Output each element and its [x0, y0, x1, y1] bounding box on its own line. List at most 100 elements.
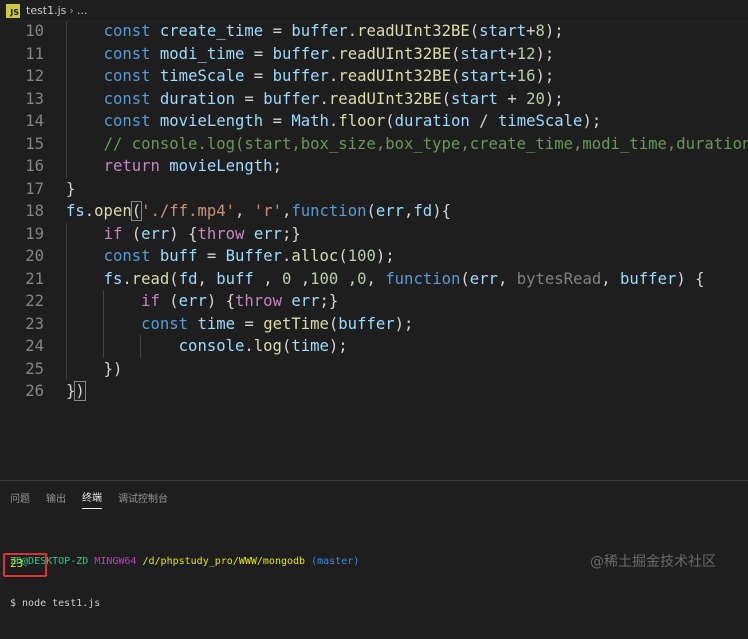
- code-token: err: [141, 224, 170, 243]
- code-token: =: [197, 247, 226, 265]
- code-line[interactable]: 24 console.log(time);: [0, 335, 748, 357]
- code-token: ;}: [319, 292, 339, 310]
- code-token: Math: [291, 112, 329, 130]
- code-token: 20: [526, 89, 545, 108]
- code-text: const timeScale = buffer.readUInt32BE(st…: [66, 65, 555, 87]
- panel-tab[interactable]: 调试控制台: [118, 486, 168, 509]
- code-token: (: [130, 201, 143, 221]
- code-token: (: [450, 67, 461, 85]
- code-line[interactable]: 22 if (err) {throw err;}: [0, 290, 748, 312]
- code-text: console.log(time);: [66, 335, 348, 357]
- line-number: 16: [25, 157, 44, 175]
- code-token: alloc: [291, 247, 339, 265]
- code-line[interactable]: 17}: [0, 178, 748, 200]
- code-token: );: [544, 89, 564, 108]
- code-token: =: [244, 67, 273, 85]
- code-line[interactable]: 18 fs.open('./ff.mp4', 'r',function(err,f…: [0, 200, 748, 222]
- code-token: 8: [535, 22, 545, 40]
- code-token: }: [66, 179, 76, 198]
- code-token: read: [131, 269, 170, 288]
- code-line[interactable]: 11 const modi_time = buffer.readUInt32BE…: [0, 43, 748, 65]
- line-number: 13: [25, 89, 44, 108]
- code-token: throw: [197, 224, 245, 243]
- code-line[interactable]: 26}): [0, 380, 748, 402]
- code-token: ) {: [676, 269, 705, 288]
- code-token: ,: [281, 202, 292, 220]
- code-token: fs: [66, 202, 85, 220]
- terminal-host: MINGW64: [94, 556, 137, 567]
- code-line[interactable]: 10 const create_time = buffer.readUInt32…: [0, 22, 748, 42]
- code-token: (: [122, 224, 142, 243]
- code-line[interactable]: 20 const buff = Buffer.alloc(100);: [0, 245, 748, 267]
- code-line[interactable]: 25 }): [0, 358, 748, 380]
- code-token: err: [469, 269, 498, 288]
- code-text: const buff = Buffer.alloc(100);: [66, 245, 395, 267]
- code-token: =: [263, 112, 292, 130]
- panel-tab[interactable]: 输出: [46, 486, 66, 509]
- code-token: (: [460, 269, 470, 288]
- code-token: +: [526, 22, 536, 40]
- panel-tabs: 问题 输出 终端 调试控制台: [0, 481, 748, 513]
- code-token: ,: [235, 202, 254, 220]
- code-token: bytesRead: [516, 269, 602, 288]
- code-line[interactable]: 12 const timeScale = buffer.readUInt32BE…: [0, 65, 748, 87]
- code-line[interactable]: 14 const movieLength = Math.floor(durati…: [0, 110, 748, 132]
- code-token: ) {: [169, 224, 198, 243]
- code-token: 12: [516, 44, 536, 63]
- code-token: ,: [338, 269, 358, 288]
- code-token: );: [375, 247, 395, 265]
- code-token: ;}: [281, 224, 301, 243]
- code-token: ,: [404, 202, 414, 220]
- panel-tab[interactable]: 问题: [10, 486, 30, 509]
- code-line[interactable]: 19 if (err) {throw err;}: [0, 223, 748, 245]
- indent-guide: [66, 22, 67, 178]
- code-token: (: [450, 44, 461, 63]
- code-token: buff: [159, 247, 198, 265]
- code-text: }): [66, 358, 123, 380]
- code-token: 100: [347, 247, 376, 265]
- line-number: 21: [25, 269, 44, 288]
- code-token: +: [497, 89, 527, 108]
- code-token: throw: [235, 292, 282, 310]
- code-line[interactable]: 16 return movieLength;: [0, 155, 748, 177]
- code-token: buffer: [272, 67, 329, 85]
- code-token: const: [103, 22, 151, 40]
- code-text: }: [66, 178, 75, 200]
- line-number: 12: [25, 67, 44, 85]
- code-token: './ff.mp4': [141, 202, 236, 220]
- code-line[interactable]: 15 // console.log(start,box_size,box_typ…: [0, 133, 748, 155]
- code-line[interactable]: 23 const time = getTime(buffer);: [0, 313, 748, 335]
- code-editor[interactable]: 10 const create_time = buffer.readUInt32…: [0, 22, 748, 480]
- code-token: start: [460, 44, 508, 63]
- code-text: const create_time = buffer.readUInt32BE(…: [66, 22, 564, 42]
- code-token: duration: [159, 89, 236, 108]
- panel-tab[interactable]: 终端: [82, 485, 102, 509]
- code-token: (: [159, 292, 179, 310]
- line-number: 26: [25, 382, 44, 400]
- breadcrumb-file[interactable]: test1.js: [26, 4, 66, 17]
- code-token: .: [84, 202, 95, 220]
- code-token: buffer: [338, 314, 395, 333]
- line-number: 23: [25, 314, 44, 333]
- line-number: 25: [25, 359, 44, 378]
- code-token: =: [263, 22, 292, 40]
- code-token: ,: [291, 269, 311, 288]
- indent-guide: [140, 335, 141, 358]
- code-token: (: [441, 89, 451, 108]
- code-line[interactable]: 13 const duration = buffer.readUInt32BE(…: [0, 88, 748, 110]
- terminal-output[interactable]: ZD@DESKTOP-ZD MINGW64 /d/phpstudy_pro/WW…: [10, 527, 730, 639]
- breadcrumb-more[interactable]: ...: [77, 4, 88, 17]
- indent-guide: [66, 222, 67, 380]
- code-token: function: [385, 269, 461, 288]
- code-token: );: [328, 337, 348, 355]
- code-line[interactable]: 21 fs.read(fd, buff , 0 ,100 ,0, functio…: [0, 268, 748, 290]
- code-token: buffer: [291, 22, 348, 40]
